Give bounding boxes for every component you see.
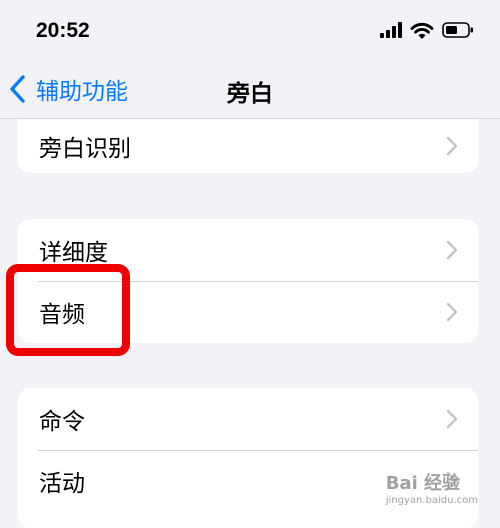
- status-time: 20:52: [36, 19, 90, 42]
- row-label: 音频: [39, 302, 85, 328]
- row-voiceover-recognition[interactable]: 旁白识别: [18, 119, 478, 173]
- settings-group-verbosity-audio: 详细度 音频: [18, 219, 478, 343]
- cellular-signal-icon: [380, 22, 402, 38]
- row-audio[interactable]: 音频: [18, 281, 478, 343]
- chevron-right-icon: [446, 240, 458, 260]
- row-label: 命令: [39, 409, 85, 435]
- row-verbosity[interactable]: 详细度: [18, 219, 478, 281]
- settings-group-commands-activities: 命令 活动: [18, 388, 478, 528]
- battery-icon: [442, 22, 473, 38]
- page-title: 旁白: [227, 81, 273, 107]
- row-label: 旁白识别: [39, 136, 131, 162]
- row-label: 活动: [39, 471, 85, 497]
- wifi-icon: [410, 22, 434, 39]
- row-label: 详细度: [39, 240, 108, 266]
- navigation-bar: 辅助功能 旁白: [0, 62, 500, 119]
- status-bar: 20:52: [0, 0, 500, 62]
- row-commands[interactable]: 命令: [18, 388, 478, 450]
- chevron-right-icon: [446, 409, 458, 429]
- chevron-right-icon: [446, 471, 458, 491]
- chevron-right-icon: [446, 302, 458, 322]
- settings-group-recognition: 旁白识别: [18, 119, 478, 173]
- chevron-right-icon: [446, 136, 458, 156]
- row-activities[interactable]: 活动: [18, 450, 478, 512]
